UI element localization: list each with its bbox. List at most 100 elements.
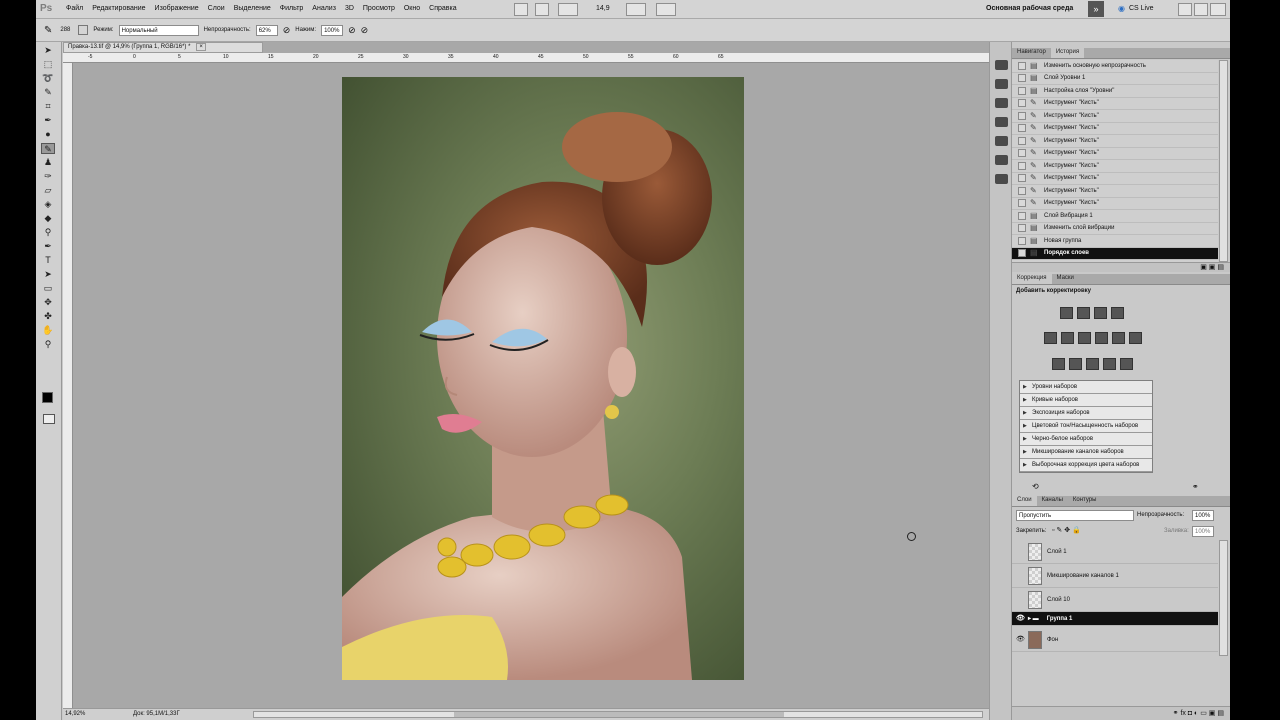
- history-checkbox[interactable]: [1018, 186, 1026, 195]
- menu-item[interactable]: Выделение: [234, 5, 271, 12]
- mini-bridge-icon[interactable]: [995, 60, 1008, 70]
- move-tool-icon[interactable]: ➤: [41, 45, 55, 56]
- history-item[interactable]: ✎ Инструмент "Кисть": [1012, 173, 1218, 185]
- tablet-opacity-icon[interactable]: ⊘: [283, 25, 291, 36]
- clip-icon[interactable]: ⚭: [1192, 482, 1199, 491]
- history-item[interactable]: ▤ Слой Вибрация 1: [1012, 210, 1218, 223]
- history-checkbox[interactable]: [1018, 136, 1026, 145]
- 3d-orbit-icon[interactable]: ✤: [41, 311, 55, 322]
- document-tab[interactable]: Правка-13.tif @ 14,9% (Группа 1, RGB/16*…: [63, 42, 263, 53]
- history-item[interactable]: ✎ Инструмент "Кисть": [1012, 198, 1218, 210]
- tab-history[interactable]: История: [1050, 48, 1085, 58]
- layer-opacity-input[interactable]: 100%: [1192, 510, 1214, 521]
- delete-state-icon[interactable]: ▤: [1217, 264, 1224, 271]
- layer-row[interactable]: Слой 10: [1012, 588, 1218, 612]
- history-item[interactable]: ✎ Инструмент "Кисть": [1012, 98, 1218, 110]
- eraser-icon[interactable]: ▱: [41, 185, 55, 196]
- lock-icons[interactable]: ▫ ✎ ✥ 🔒: [1052, 526, 1081, 534]
- history-item[interactable]: ▤ Слой Уровни 1: [1012, 73, 1218, 85]
- cs-live-icon[interactable]: ◉: [1118, 4, 1125, 13]
- shape-tool-icon[interactable]: ▭: [41, 283, 55, 294]
- fx-icon[interactable]: fx: [1180, 710, 1185, 717]
- history-item[interactable]: ✎ Инструмент "Кисть": [1012, 110, 1218, 123]
- history-checkbox[interactable]: [1018, 174, 1026, 183]
- vibrance-icon[interactable]: [1044, 332, 1057, 344]
- blur-tool-icon[interactable]: ◆: [41, 213, 55, 224]
- history-brush-icon[interactable]: ✑: [41, 171, 55, 182]
- extras-icon[interactable]: [558, 3, 578, 16]
- actions-icon[interactable]: [995, 79, 1008, 89]
- clone-source-icon[interactable]: [995, 117, 1008, 127]
- layer-row[interactable]: Микширование каналов 1: [1012, 564, 1218, 588]
- quick-select-icon[interactable]: ✎: [41, 87, 55, 98]
- history-checkbox[interactable]: [1018, 124, 1026, 133]
- fill-input[interactable]: 100%: [1192, 526, 1214, 537]
- menu-item[interactable]: Просмотр: [363, 5, 395, 12]
- menu-item[interactable]: 3D: [345, 5, 354, 12]
- history-checkbox[interactable]: [1018, 199, 1026, 208]
- airbrush-icon[interactable]: ⊘: [348, 25, 356, 36]
- brush-size[interactable]: 288: [57, 27, 73, 33]
- preset-item[interactable]: Кривые наборов: [1020, 394, 1152, 407]
- history-item[interactable]: ▤ Изменить слой вибрации: [1012, 223, 1218, 235]
- history-item[interactable]: ✎ Инструмент "Кисть": [1012, 135, 1218, 148]
- menu-item[interactable]: Изображение: [155, 5, 199, 12]
- image-canvas[interactable]: [342, 77, 744, 680]
- preset-item[interactable]: Микширование каналов наборов: [1020, 446, 1152, 459]
- menu-item[interactable]: Анализ: [312, 5, 336, 12]
- blend-mode-select[interactable]: Пропустить: [1016, 510, 1134, 521]
- history-checkbox[interactable]: [1018, 149, 1026, 158]
- history-checkbox[interactable]: [1018, 111, 1026, 120]
- preset-item[interactable]: Выборочная коррекция цвета наборов: [1020, 459, 1152, 472]
- lasso-tool-icon[interactable]: ➰: [41, 73, 55, 84]
- brush-presets-icon[interactable]: [995, 98, 1008, 108]
- tab-paths[interactable]: Контуры: [1068, 496, 1102, 506]
- layers-scrollbar[interactable]: [1219, 540, 1228, 656]
- visibility-eye-icon[interactable]: [1016, 548, 1024, 556]
- history-item[interactable]: ▤ Изменить основную непрозрачность: [1012, 60, 1218, 73]
- layer-row[interactable]: 👁 Фон: [1012, 628, 1218, 652]
- menu-item[interactable]: Справка: [429, 5, 456, 12]
- info-icon[interactable]: [995, 155, 1008, 165]
- workspace-expand-icon[interactable]: »: [1088, 1, 1104, 17]
- foreground-color[interactable]: [42, 392, 53, 403]
- healing-brush-icon[interactable]: ●: [41, 129, 55, 140]
- gradient-map-icon[interactable]: [1103, 358, 1116, 370]
- clone-stamp-icon[interactable]: ♟: [41, 157, 55, 168]
- opacity-input[interactable]: 62%: [255, 24, 278, 36]
- tool-presets-icon[interactable]: [995, 136, 1008, 146]
- visibility-eye-icon[interactable]: [1016, 572, 1024, 580]
- gradient-tool-icon[interactable]: ◈: [41, 199, 55, 210]
- invert-icon[interactable]: [1052, 358, 1065, 370]
- status-zoom[interactable]: 14,92%: [65, 711, 85, 717]
- preset-item[interactable]: Уровни наборов: [1020, 381, 1152, 394]
- history-item[interactable]: ✎ Инструмент "Кисть": [1012, 123, 1218, 135]
- pen-tool-icon[interactable]: ✒: [41, 241, 55, 252]
- hand-tool-icon[interactable]: [626, 3, 646, 16]
- dodge-tool-icon[interactable]: ⚲: [41, 227, 55, 238]
- scroll-thumb[interactable]: [454, 712, 784, 717]
- zoom-tool-icon[interactable]: ⚲: [41, 339, 55, 350]
- history-checkbox[interactable]: [1018, 61, 1026, 70]
- new-group-icon[interactable]: ▭: [1200, 710, 1207, 717]
- history-item[interactable]: ▤ Новая группа: [1012, 235, 1218, 248]
- exposure-icon[interactable]: [1111, 307, 1124, 319]
- preset-item[interactable]: Экспозиция наборов: [1020, 407, 1152, 420]
- brightness-icon[interactable]: [1060, 307, 1073, 319]
- history-item[interactable]: ✎ Инструмент "Кисть": [1012, 148, 1218, 160]
- adjustment-layer-icon[interactable]: ◐: [1194, 710, 1198, 717]
- history-scrollbar[interactable]: [1219, 60, 1228, 262]
- black-white-icon[interactable]: [1095, 332, 1108, 344]
- close-icon[interactable]: [1210, 3, 1226, 16]
- delete-layer-icon[interactable]: ▤: [1217, 710, 1224, 717]
- path-select-icon[interactable]: ➤: [41, 269, 55, 280]
- arrange-icon[interactable]: [656, 3, 676, 16]
- tab-masks[interactable]: Маски: [1052, 274, 1079, 284]
- brush-tool-icon[interactable]: ✎: [44, 25, 52, 36]
- layer-row[interactable]: 👁 ▸ ▬ Группа 1: [1012, 612, 1218, 626]
- eyedropper-icon[interactable]: ✒: [41, 115, 55, 126]
- zoom-level[interactable]: 14,9: [596, 5, 610, 12]
- history-checkbox[interactable]: [1018, 224, 1026, 233]
- photo-filter-icon[interactable]: [1112, 332, 1125, 344]
- history-checkbox[interactable]: [1018, 99, 1026, 108]
